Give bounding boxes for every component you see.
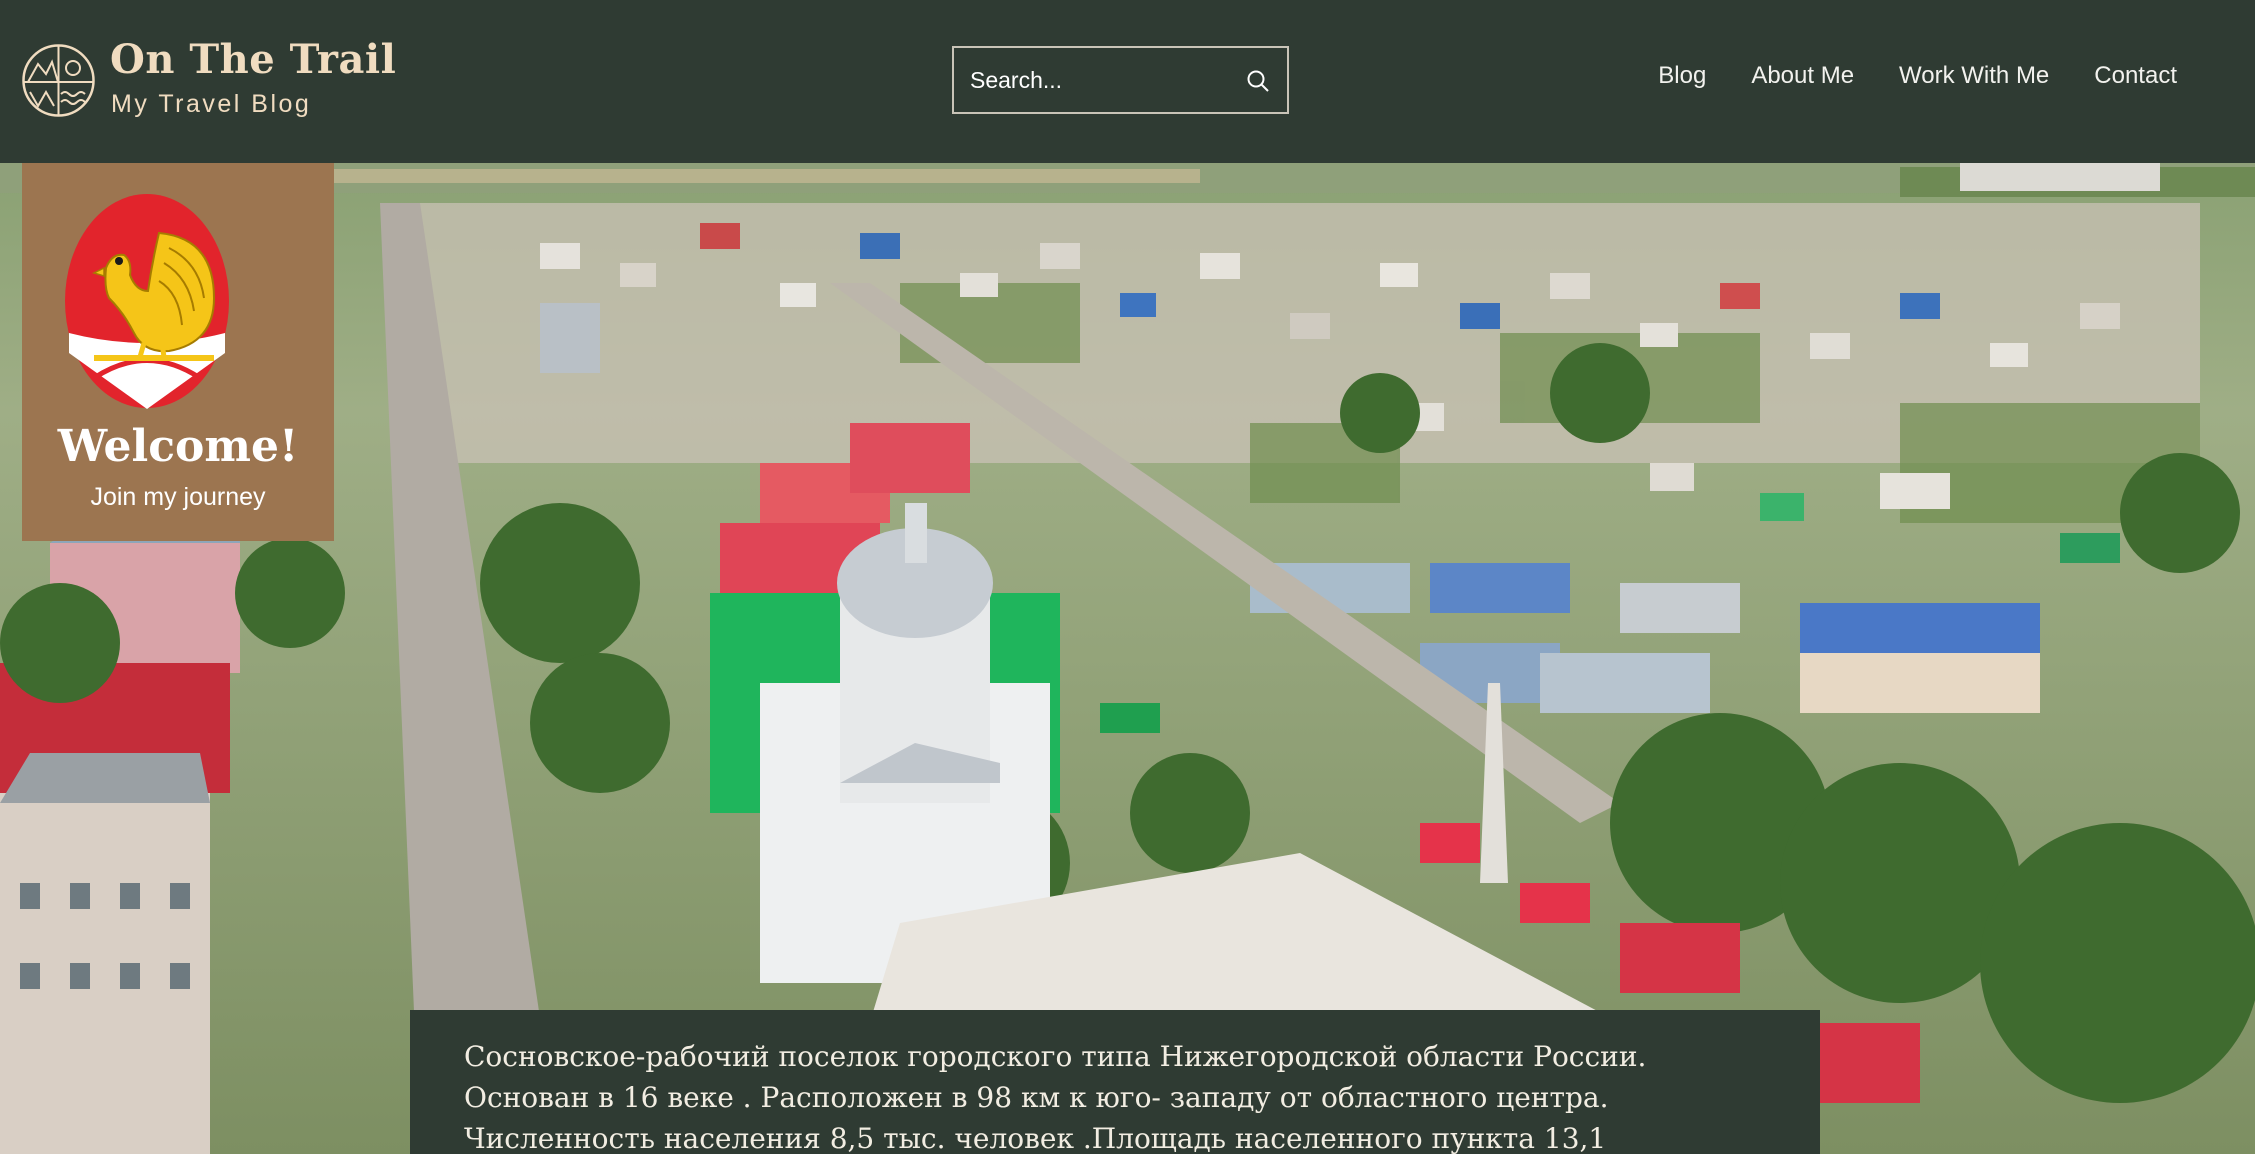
logo-icon[interactable]: [20, 42, 97, 119]
description-line-3: Численность населения 8,5 тыс. человек .…: [464, 1122, 1607, 1154]
description-line-2: Основан в 16 веке . Расположен в 98 км к…: [464, 1081, 1609, 1114]
description-line-1: Сосновское-рабочий поселок городского ти…: [464, 1040, 1647, 1073]
search-icon[interactable]: [1245, 68, 1271, 94]
welcome-card: Welcome! Join my journey: [22, 163, 334, 541]
search-input[interactable]: [970, 48, 1240, 112]
search-box[interactable]: [952, 46, 1289, 114]
brand-title[interactable]: On The Trail: [110, 36, 396, 83]
welcome-title: Welcome!: [57, 421, 299, 472]
nav-item-blog[interactable]: Blog: [1658, 62, 1706, 90]
site-header: On The Trail My Travel Blog Blog About M…: [0, 0, 2255, 163]
welcome-subtitle: Join my journey: [90, 483, 266, 511]
brand-subtitle: My Travel Blog: [111, 90, 312, 118]
turkey-emblem-icon: [64, 193, 230, 414]
nav-item-contact[interactable]: Contact: [2094, 62, 2177, 90]
description-box: Сосновское-рабочий поселок городского ти…: [410, 1010, 1820, 1154]
main-nav: Blog About Me Work With Me Contact: [1658, 62, 2177, 90]
nav-item-about-me[interactable]: About Me: [1751, 62, 1854, 90]
hero-image: [0, 163, 2255, 1154]
nav-item-work-with-me[interactable]: Work With Me: [1899, 62, 2049, 90]
